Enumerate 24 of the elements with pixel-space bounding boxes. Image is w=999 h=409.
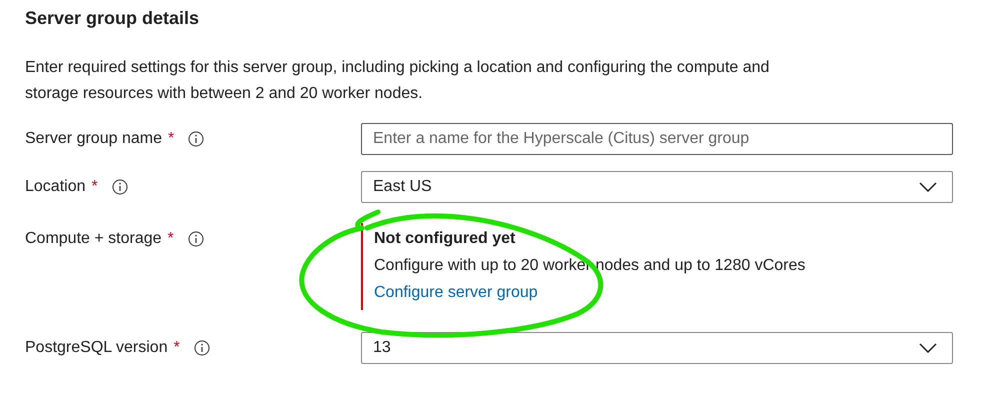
required-mark: *	[92, 178, 98, 196]
section-title: Server group details	[25, 7, 200, 29]
dropdown[interactable]: East US	[361, 171, 953, 203]
field-label: Server group name	[25, 130, 162, 148]
description-text: Enter required settings for this server group, including picking a location and configuring the compute and storage resources with between 2 and 20 worker nodes.	[25, 58, 770, 104]
status-title: Not configured yet	[374, 229, 516, 249]
dropdown[interactable]: 13	[361, 332, 953, 364]
required-mark: *	[168, 130, 174, 148]
chevron-down-icon	[919, 182, 937, 192]
dropdown-value: East US	[373, 178, 432, 196]
required-mark: *	[174, 339, 180, 357]
info-icon[interactable]	[188, 231, 204, 247]
required-mark: *	[168, 230, 174, 248]
info-icon[interactable]	[194, 340, 210, 356]
field-label: PostgreSQL version	[25, 339, 168, 357]
field-label: Compute + storage	[25, 230, 162, 248]
chevron-down-icon	[919, 343, 937, 353]
configure-link[interactable]: Configure server group	[374, 284, 538, 301]
text-input[interactable]: Enter a name for the Hyperscale (Citus) server group	[361, 123, 953, 155]
field-label: Location	[25, 178, 86, 196]
status-detail: Configure with up to 20 worker nodes and up to 1280 vCores	[374, 256, 806, 276]
dropdown-value: 13	[373, 339, 391, 357]
info-icon[interactable]	[188, 131, 204, 147]
info-icon[interactable]	[112, 179, 128, 195]
